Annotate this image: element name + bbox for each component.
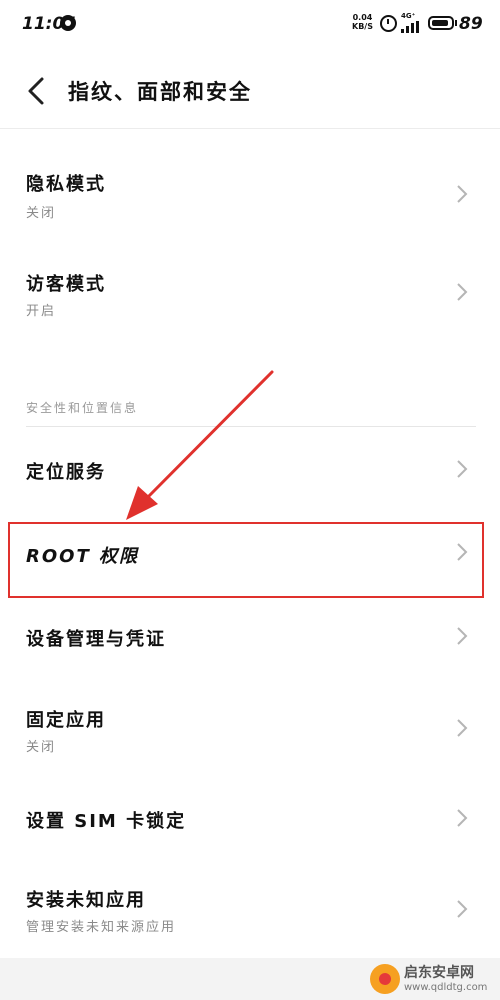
setting-item-sim-lock[interactable]: 设置 SIM 卡锁定 xyxy=(0,780,500,856)
chevron-right-icon xyxy=(457,185,468,203)
network-speed-unit: KB/S xyxy=(352,22,373,31)
notification-icon xyxy=(60,15,76,31)
alarm-icon xyxy=(380,15,397,32)
setting-item-location-services[interactable]: 定位服务 xyxy=(0,432,500,508)
battery-icon xyxy=(428,16,454,30)
app-header: 指纹、面部和安全 xyxy=(0,52,500,128)
chevron-right-icon xyxy=(457,460,468,478)
chevron-right-icon xyxy=(457,627,468,645)
watermark-name: 启东安卓网 xyxy=(404,965,474,981)
chevron-right-icon xyxy=(457,719,468,737)
battery-fill xyxy=(432,20,448,26)
network-speed: 0.04 KB/S xyxy=(352,13,373,31)
battery-level: 89 xyxy=(459,14,483,34)
back-button[interactable] xyxy=(18,70,58,110)
status-bar: 11:04 0.04 KB/S 4G⁺ 89 xyxy=(0,0,500,52)
setting-item-privacy-mode[interactable]: 隐私模式 关闭 xyxy=(0,150,500,240)
chevron-right-icon xyxy=(457,900,468,918)
header-divider xyxy=(0,128,500,129)
section-header: 安全性和位置信息 xyxy=(26,401,139,415)
back-arrow-icon xyxy=(28,77,44,105)
battery-cap xyxy=(455,20,457,26)
page-title: 指纹、面部和安全 xyxy=(68,80,252,104)
watermark-url: www.qdldtg.com xyxy=(404,982,488,993)
item-subtitle: 关闭 xyxy=(26,206,57,221)
item-title: 安装未知应用 xyxy=(26,890,146,911)
network-speed-value: 0.04 xyxy=(352,13,373,22)
chevron-right-icon xyxy=(457,809,468,827)
item-title: 隐私模式 xyxy=(26,174,106,195)
item-subtitle: 管理安装未知来源应用 xyxy=(26,920,177,935)
watermark: 启东安卓网 www.qdldtg.com xyxy=(370,962,498,998)
item-title: 固定应用 xyxy=(26,710,106,731)
signal-icon xyxy=(401,21,425,33)
setting-item-screen-pinning[interactable]: 固定应用 关闭 xyxy=(0,690,500,770)
item-subtitle: 关闭 xyxy=(26,740,57,755)
watermark-logo-icon xyxy=(370,964,400,994)
item-title: 设备管理与凭证 xyxy=(26,629,166,650)
setting-item-install-unknown-apps[interactable]: 安装未知应用 管理安装未知来源应用 xyxy=(0,870,500,950)
setting-item-guest-mode[interactable]: 访客模式 开启 xyxy=(0,250,500,340)
setting-item-device-admin[interactable]: 设备管理与凭证 xyxy=(0,600,500,676)
item-title: 定位服务 xyxy=(26,462,106,483)
section-divider xyxy=(26,426,476,427)
network-type: 4G⁺ xyxy=(401,12,416,20)
highlight-box xyxy=(8,522,484,598)
item-subtitle: 开启 xyxy=(26,304,57,319)
chevron-right-icon xyxy=(457,283,468,301)
item-title: 设置 SIM 卡锁定 xyxy=(26,811,187,832)
item-title: 访客模式 xyxy=(26,274,106,295)
